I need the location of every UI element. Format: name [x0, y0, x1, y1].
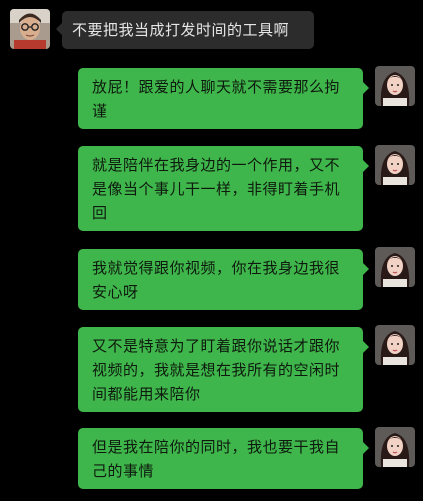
- message-bubble-outgoing[interactable]: 但是我在陪你的同时，我也要干我自己的事情: [78, 428, 369, 489]
- message-text: 我就觉得跟你视频，你在我身边我很安心呀: [92, 259, 341, 301]
- user-avatar[interactable]: [375, 427, 415, 467]
- message-text: 就是陪伴在我身边的一个作用，又不是像当个事儿干一样，非得盯着手机回: [92, 156, 341, 222]
- user-avatar[interactable]: [375, 247, 415, 287]
- chat-window: 不要把我当成打发时间的工具啊 放屁！跟爱的人聊天就不需要那么拘谨 就是陪伴在我身…: [0, 0, 423, 501]
- contact-avatar[interactable]: [10, 9, 50, 49]
- message-bubble-outgoing[interactable]: 我就觉得跟你视频，你在我身边我很安心呀: [78, 249, 369, 310]
- message-text: 放屁！跟爱的人聊天就不需要那么拘谨: [92, 78, 341, 120]
- message-bubble-incoming[interactable]: 不要把我当成打发时间的工具啊: [56, 11, 314, 49]
- message-bubble-outgoing[interactable]: 放屁！跟爱的人聊天就不需要那么拘谨: [78, 68, 369, 129]
- user-avatar[interactable]: [375, 66, 415, 106]
- user-avatar[interactable]: [375, 145, 415, 185]
- message-bubble-outgoing[interactable]: 又不是特意为了盯着跟你说话才跟你视频的，我就是想在我所有的空闲时间都能用来陪你: [78, 327, 369, 412]
- message-text: 又不是特意为了盯着跟你说话才跟你视频的，我就是想在我所有的空闲时间都能用来陪你: [92, 337, 341, 403]
- message-text: 但是我在陪你的同时，我也要干我自己的事情: [92, 438, 341, 480]
- message-text: 不要把我当成打发时间的工具啊: [72, 21, 290, 39]
- user-avatar[interactable]: [375, 325, 415, 365]
- message-bubble-outgoing[interactable]: 就是陪伴在我身边的一个作用，又不是像当个事儿干一样，非得盯着手机回: [78, 146, 369, 231]
